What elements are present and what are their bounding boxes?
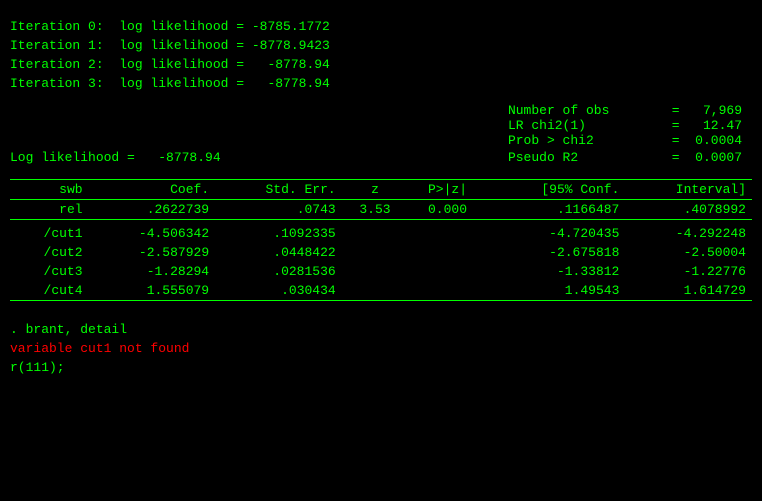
col-header: z [342,180,409,200]
table-header-row: swbCoef.Std. Err.zP>|z|[95% Conf.Interva… [10,180,752,200]
footer-commands: . brant, detailvariable cut1 not foundr(… [10,321,752,378]
cut-cell: .1092335 [215,224,342,243]
cut-cell: -2.675818 [487,243,626,262]
col-header: Coef. [89,180,216,200]
col-header: swb [10,180,89,200]
table-cell: .4078992 [625,200,752,220]
regression-table: swbCoef.Std. Err.zP>|z|[95% Conf.Interva… [10,179,752,301]
cut-cell: -1.33812 [487,262,626,281]
cut-cell: /cut3 [10,262,89,281]
cut-cell: .0281536 [215,262,342,281]
table-row: rel.2622739.07433.530.000.1166487.407899… [10,200,752,220]
col-header: P>|z| [408,180,487,200]
cut-row: /cut41.555079.030434 1.495431.614729 [10,281,752,301]
terminal-output: Iteration 0: log likelihood = -8785.1772… [10,8,752,378]
cut-cell: -4.506342 [89,224,216,243]
footer-line: r(111); [10,359,752,378]
stats-block: Number of obs = 7,969 LR chi2(1) = 12.47… [508,103,752,148]
table-cell: .0743 [215,200,342,220]
cut-row: /cut1-4.506342.1092335 -4.720435-4.292248 [10,224,752,243]
iteration-line: Iteration 2: log likelihood = -8778.94 [10,56,752,75]
footer-line: variable cut1 not found [10,340,752,359]
cut-cell: -4.292248 [625,224,752,243]
table-cell: 3.53 [342,200,409,220]
cut-cell [408,224,487,243]
cut-cell: /cut2 [10,243,89,262]
col-header: [95% Conf. [487,180,626,200]
cut-cell: 1.614729 [625,281,752,301]
cut-cell: /cut4 [10,281,89,301]
cut-cell: -2.587929 [89,243,216,262]
cut-cell [342,281,409,301]
col-header: Interval] [625,180,752,200]
cut-cell: /cut1 [10,224,89,243]
cut-cell: 1.555079 [89,281,216,301]
cut-cell: -2.50004 [625,243,752,262]
log-likelihood-line: Log likelihood = -8778.94 [10,150,221,165]
table-cell: 0.000 [408,200,487,220]
iterations-block: Iteration 0: log likelihood = -8785.1772… [10,18,752,93]
cut-cell: -1.28294 [89,262,216,281]
pseudo-r2-line: Pseudo R2 = 0.0007 [508,150,752,165]
iteration-line: Iteration 3: log likelihood = -8778.94 [10,75,752,94]
table-cell: .2622739 [89,200,216,220]
cut-cell: .0448422 [215,243,342,262]
table-cell: .1166487 [487,200,626,220]
cut-row: /cut3-1.28294.0281536 -1.33812-1.22776 [10,262,752,281]
cut-cell: -1.22776 [625,262,752,281]
cut-cell [408,262,487,281]
cut-cell [408,281,487,301]
cut-cell [342,243,409,262]
cut-cell: -4.720435 [487,224,626,243]
footer-line: . brant, detail [10,321,752,340]
table-cell: rel [10,200,89,220]
cut-cell: 1.49543 [487,281,626,301]
cut-row: /cut2-2.587929.0448422 -2.675818-2.50004 [10,243,752,262]
iteration-line: Iteration 0: log likelihood = -8785.1772 [10,18,752,37]
cut-cell [342,224,409,243]
cut-cell [408,243,487,262]
cut-cell: .030434 [215,281,342,301]
col-header: Std. Err. [215,180,342,200]
iteration-line: Iteration 1: log likelihood = -8778.9423 [10,37,752,56]
cut-cell [342,262,409,281]
